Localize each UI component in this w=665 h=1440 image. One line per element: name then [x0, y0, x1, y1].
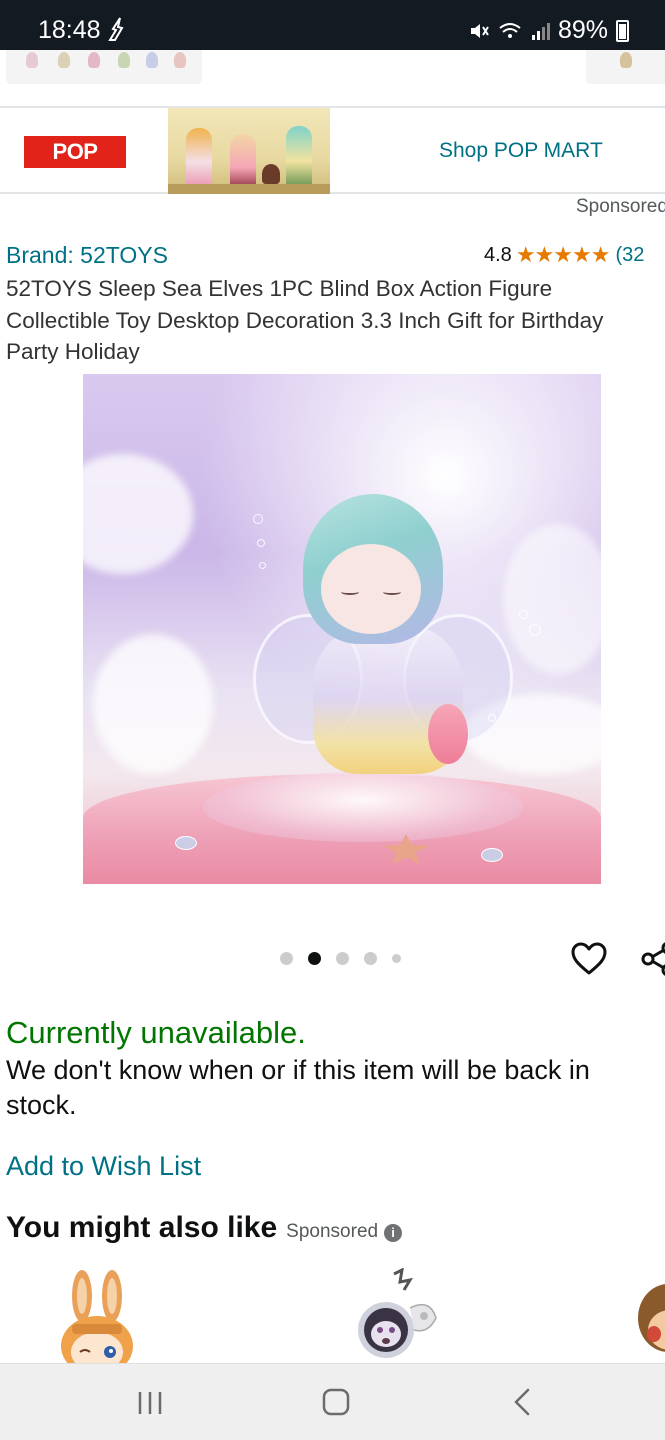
bunny-figure-image — [61, 1270, 133, 1363]
figure-thumbnail — [58, 52, 70, 68]
carousel-dot[interactable] — [364, 952, 377, 965]
banner-product-image[interactable] — [168, 108, 330, 194]
status-indicators: 89% — [468, 16, 629, 45]
product-rating[interactable]: 4.8 ★★★★★ (32 — [484, 242, 644, 268]
add-to-wish-list-link[interactable]: Add to Wish List — [6, 1151, 201, 1182]
image-carousel-indicator — [280, 952, 401, 965]
figure-tail — [428, 704, 468, 764]
brand-link[interactable]: Brand: 52TOYS — [6, 242, 168, 269]
recommendations-title: You might also like — [6, 1211, 278, 1244]
bubble — [488, 714, 496, 722]
figure-thumbnail — [118, 52, 130, 68]
figure-image — [230, 134, 256, 190]
figure-thumbnail — [88, 52, 100, 68]
figure-image — [286, 126, 312, 190]
wifi-icon — [499, 22, 521, 38]
bubble — [529, 624, 541, 636]
heart-icon[interactable] — [570, 940, 608, 978]
background-jellyfish — [503, 524, 601, 674]
water-drop — [481, 848, 503, 862]
recommended-product[interactable] — [350, 1268, 446, 1363]
recommended-product[interactable] — [52, 1268, 142, 1363]
bubble — [259, 562, 266, 569]
figure-image — [186, 128, 212, 190]
background-coral — [93, 634, 213, 774]
jelly-pedestal — [203, 772, 523, 842]
figure-thumbnail — [146, 52, 158, 68]
rating-count[interactable]: (32 — [615, 244, 644, 267]
closed-eye — [383, 589, 401, 595]
recommended-product[interactable] — [632, 1268, 665, 1363]
product-main-image[interactable] — [83, 374, 601, 884]
carousel-dot[interactable] — [280, 952, 293, 965]
product-title: 52TOYS Sleep Sea Elves 1PC Blind Box Act… — [6, 276, 604, 364]
cake-image — [262, 164, 280, 184]
availability-status: Currently unavailable. — [6, 1015, 306, 1050]
signal-icon — [531, 22, 550, 40]
battery-percent: 89% — [557, 16, 608, 44]
background-coral — [83, 454, 193, 574]
recent-apps-icon[interactable] — [130, 1386, 170, 1418]
rating-value: 4.8 — [484, 243, 512, 266]
status-time: 18:48 — [38, 16, 101, 44]
previous-content-strip — [0, 50, 665, 90]
figure-thumbnail — [26, 52, 38, 68]
carousel-dot[interactable] — [336, 952, 349, 965]
bubble — [257, 539, 265, 547]
figure-image — [638, 1284, 665, 1352]
thumbnail-image[interactable] — [586, 50, 665, 84]
back-icon[interactable] — [502, 1386, 542, 1418]
shop-brand-link[interactable]: Shop POP MART — [439, 139, 603, 163]
bubble — [253, 514, 263, 524]
sponsored-label: Sponsored — [286, 1221, 379, 1242]
thumbnail-image[interactable] — [6, 50, 202, 84]
figure-thumbnail — [174, 52, 186, 68]
figure-thumbnail — [620, 52, 632, 68]
sponsored-label: Sponsored — [576, 196, 665, 217]
figure-face — [321, 544, 421, 634]
star-rating-icon: ★★★★★ — [515, 242, 611, 267]
carousel-dot[interactable] — [392, 954, 401, 963]
astronaut-figure-image — [358, 1268, 437, 1358]
water-drop — [175, 836, 197, 850]
recommendations-header: You might also like Sponsored i — [6, 1211, 403, 1245]
battery-icon — [616, 19, 629, 42]
notification-icon — [108, 17, 124, 41]
info-icon[interactable]: i — [384, 1224, 403, 1242]
home-icon[interactable] — [316, 1386, 356, 1418]
bubble — [519, 610, 528, 619]
availability-description: We don't know when or if this item will … — [6, 1055, 590, 1120]
closed-eye — [341, 589, 359, 595]
sponsored-brand-banner[interactable]: POP MART Shop POP MART — [0, 106, 665, 196]
share-icon[interactable] — [640, 940, 665, 978]
system-navigation-bar — [0, 1363, 665, 1440]
shelf — [168, 184, 330, 194]
mute-icon — [470, 23, 489, 38]
carousel-dot-active[interactable] — [308, 952, 321, 965]
popmart-logo[interactable]: POP MART — [24, 136, 126, 196]
status-bar: 18:48 89% — [0, 0, 665, 50]
